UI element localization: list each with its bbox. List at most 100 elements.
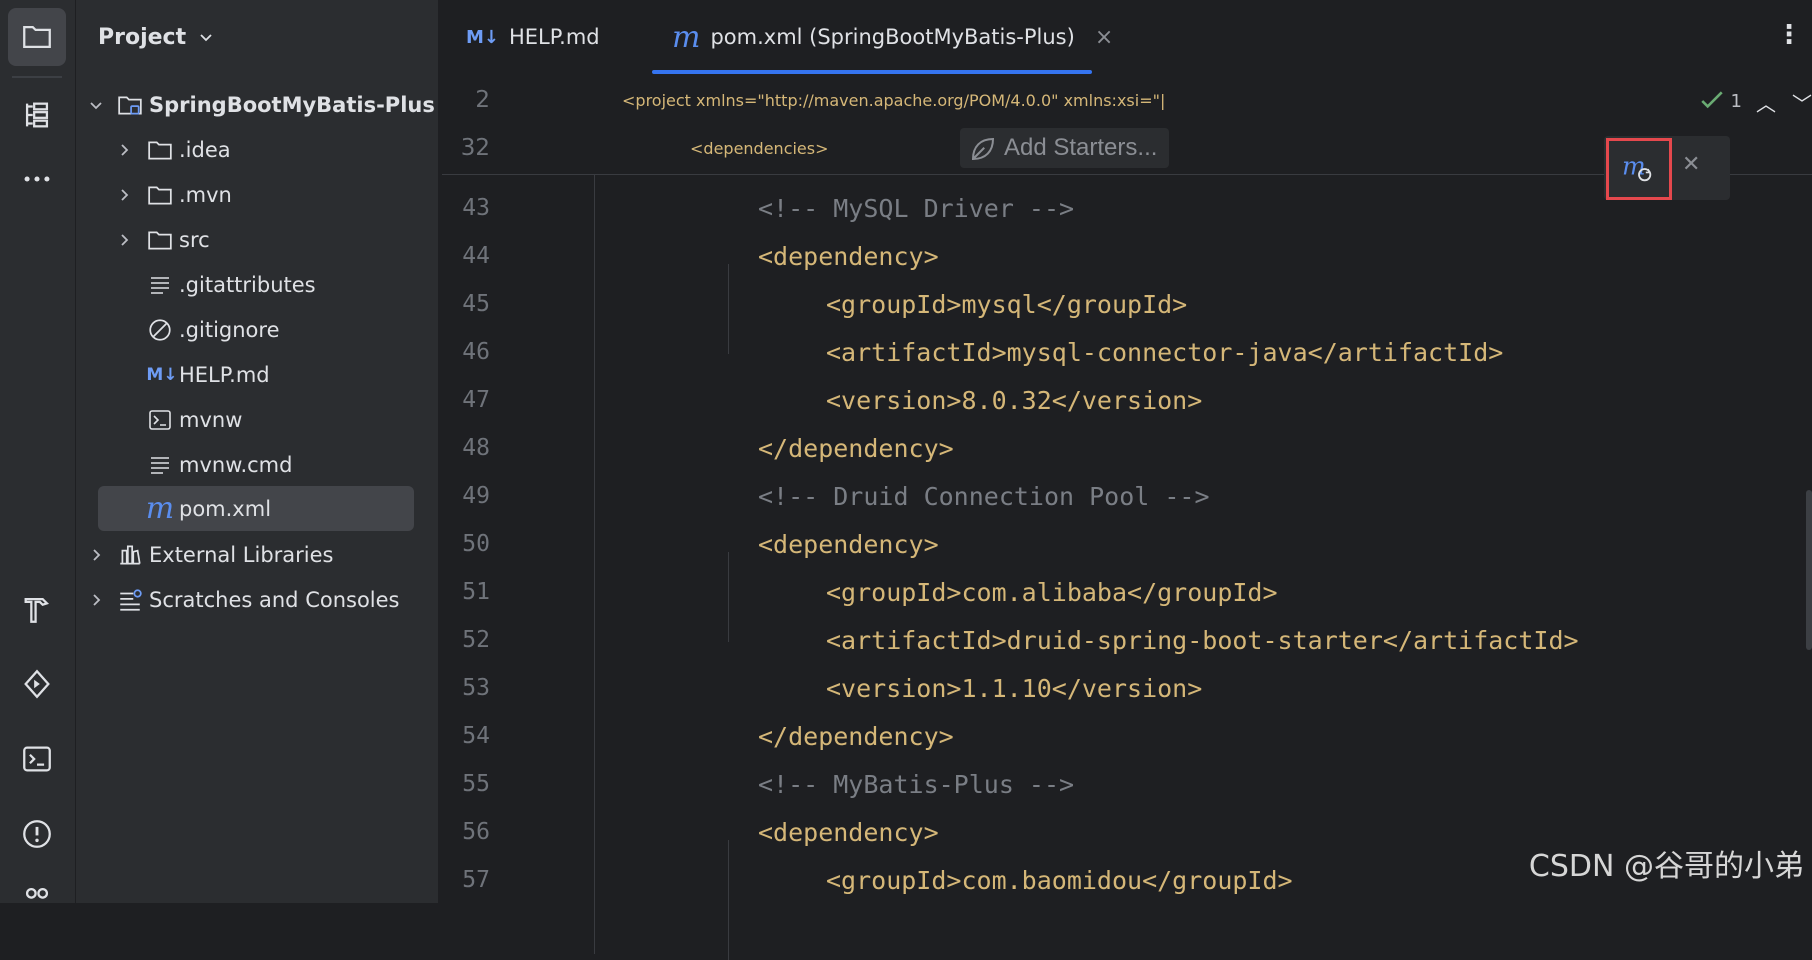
add-starters-button[interactable]: Add Starters... — [960, 128, 1170, 168]
tab-pom-xml[interactable]: m pom.xml (SpringBootMyBatis-Plus) × — [672, 0, 1113, 74]
code-line[interactable]: 55 <!-- MyBatis-Plus --> — [442, 760, 1812, 808]
folder-icon — [146, 181, 174, 209]
divider — [12, 76, 62, 78]
line-number: 47 — [462, 387, 490, 413]
code-line[interactable]: 52 <artifactId>druid-spring-boot-starter<… — [442, 616, 1812, 664]
problems-tool-button[interactable] — [8, 805, 66, 863]
line-number: 32 — [460, 135, 490, 161]
code-text: <!-- MySQL Driver --> — [758, 193, 1075, 223]
code-line[interactable]: 49 <!-- Druid Connection Pool --> — [442, 472, 1812, 520]
chevron-right-icon[interactable] — [88, 592, 104, 608]
maven-icon: m — [672, 19, 701, 55]
library-icon — [116, 541, 144, 569]
project-tool-button[interactable] — [8, 8, 66, 66]
close-icon[interactable]: × — [1095, 25, 1113, 50]
line-number: 48 — [462, 435, 490, 461]
tree-item-pom-xml[interactable]: m pom.xml — [98, 486, 414, 531]
tree-item-root[interactable]: SpringBootMyBatis-Plus — [76, 82, 438, 127]
close-icon[interactable]: ✕ — [1682, 152, 1700, 177]
tree-item-src[interactable]: src — [76, 217, 438, 262]
project-title: Project — [98, 24, 187, 50]
maven-reload-icon: m — [1622, 154, 1652, 182]
inspection-count: 1 — [1730, 90, 1742, 112]
tree-item-label: .gitattributes — [179, 272, 316, 297]
line-number: 2 — [475, 87, 490, 113]
terminal-tool-button[interactable] — [8, 730, 66, 788]
chevron-down-icon[interactable] — [88, 97, 104, 113]
code-text: <groupId>com.baomidou</groupId> — [826, 865, 1293, 895]
code-line[interactable]: 44 <dependency> — [442, 232, 1812, 280]
code-text: </dependency> — [758, 433, 954, 463]
code-text: <artifactId>mysql-connector-java</artifa… — [826, 337, 1504, 367]
vertical-scrollbar[interactable] — [1806, 490, 1812, 650]
tree-item-mvn[interactable]: .mvn — [76, 172, 438, 217]
code-line[interactable]: 2 <project xmlns="http://maven.apache.or… — [442, 76, 1812, 124]
code-line[interactable]: 48 </dependency> — [442, 424, 1812, 472]
tree-item-label: .mvn — [179, 182, 232, 207]
more-tools-button[interactable] — [8, 150, 66, 208]
watermark: CSDN @谷哥的小弟 — [1528, 849, 1804, 884]
tree-item-external-libraries[interactable]: External Libraries — [76, 532, 438, 577]
line-number: 52 — [462, 627, 490, 653]
code-text: <groupId>mysql</groupId> — [826, 289, 1188, 319]
chevron-right-icon[interactable] — [116, 232, 132, 248]
code-line[interactable]: 53 <version>1.1.10</version> — [442, 664, 1812, 712]
code-text: <dependencies> — [690, 138, 829, 158]
line-number: 56 — [462, 819, 490, 845]
code-line[interactable]: 47 <version>8.0.32</version> — [442, 376, 1812, 424]
code-line[interactable]: 45 <groupId>mysql</groupId> — [442, 280, 1812, 328]
spring-leaf-icon — [971, 137, 995, 161]
tree-item-label: External Libraries — [149, 542, 334, 567]
chevron-right-icon[interactable] — [116, 187, 132, 203]
chevron-right-icon[interactable] — [88, 547, 104, 563]
code-text: <!-- MyBatis-Plus --> — [758, 769, 1075, 799]
tree-item-help-md[interactable]: M↓ HELP.md — [76, 352, 438, 397]
tree-item-gitattributes[interactable]: .gitattributes — [76, 262, 438, 307]
chevron-up-icon[interactable]: ︿ — [1756, 88, 1776, 117]
services-icon — [24, 669, 50, 699]
build-tool-button[interactable] — [8, 580, 66, 638]
terminal-icon — [23, 746, 51, 772]
project-view-selector[interactable]: Project — [98, 20, 214, 54]
chevron-down-icon[interactable]: ﹀ — [1792, 88, 1812, 117]
tree-item-label: HELP.md — [179, 362, 270, 387]
tree-item-label: mvnw.cmd — [179, 452, 293, 477]
code-text: <dependency> — [758, 529, 939, 559]
line-number: 49 — [462, 483, 490, 509]
more-options-icon[interactable]: ⋮ — [1776, 20, 1802, 50]
inspection-widget[interactable]: 1 — [1699, 88, 1742, 114]
markdown-icon: M↓ — [466, 26, 499, 48]
vcs-tool-button[interactable] — [8, 870, 66, 928]
tree-item-idea[interactable]: .idea — [76, 127, 438, 172]
tree-item-scratches[interactable]: Scratches and Consoles — [76, 577, 438, 622]
line-number: 50 — [462, 531, 490, 557]
code-text: <version>1.1.10</version> — [826, 673, 1203, 703]
tree-item-mvnw-cmd[interactable]: mvnw.cmd — [76, 442, 438, 487]
code-text: </dependency> — [758, 721, 954, 751]
chevron-right-icon[interactable] — [116, 142, 132, 158]
tab-label: HELP.md — [509, 25, 600, 49]
code-line[interactable]: 46 <artifactId>mysql-connector-java</arti… — [442, 328, 1812, 376]
code-text: <!-- Druid Connection Pool --> — [758, 481, 1210, 511]
git-icon — [25, 887, 49, 899]
tab-label: pom.xml (SpringBootMyBatis-Plus) — [710, 25, 1075, 49]
folder-icon — [146, 226, 174, 254]
tree-item-gitignore[interactable]: .gitignore — [76, 307, 438, 352]
structure-tool-button[interactable] — [8, 86, 66, 144]
code-line[interactable]: 54 </dependency> — [442, 712, 1812, 760]
line-number: 53 — [462, 675, 490, 701]
code-text: <project xmlns="http://maven.apache.org/… — [622, 90, 1166, 110]
check-icon — [1700, 91, 1723, 109]
markdown-icon: M↓ — [146, 364, 178, 385]
tab-help-md[interactable]: M↓ HELP.md — [466, 0, 600, 74]
line-number: 45 — [462, 291, 490, 317]
line-number: 54 — [462, 723, 490, 749]
code-text: <dependency> — [758, 817, 939, 847]
tree-item-mvnw[interactable]: mvnw — [76, 397, 438, 442]
code-text: <artifactId>druid-spring-boot-starter</a… — [826, 625, 1579, 655]
code-line[interactable]: 50 <dependency> — [442, 520, 1812, 568]
load-maven-changes-button[interactable]: m — [1606, 138, 1672, 200]
tree-item-label: src — [179, 227, 210, 252]
code-line[interactable]: 51 <groupId>com.alibaba</groupId> — [442, 568, 1812, 616]
services-tool-button[interactable] — [8, 655, 66, 713]
